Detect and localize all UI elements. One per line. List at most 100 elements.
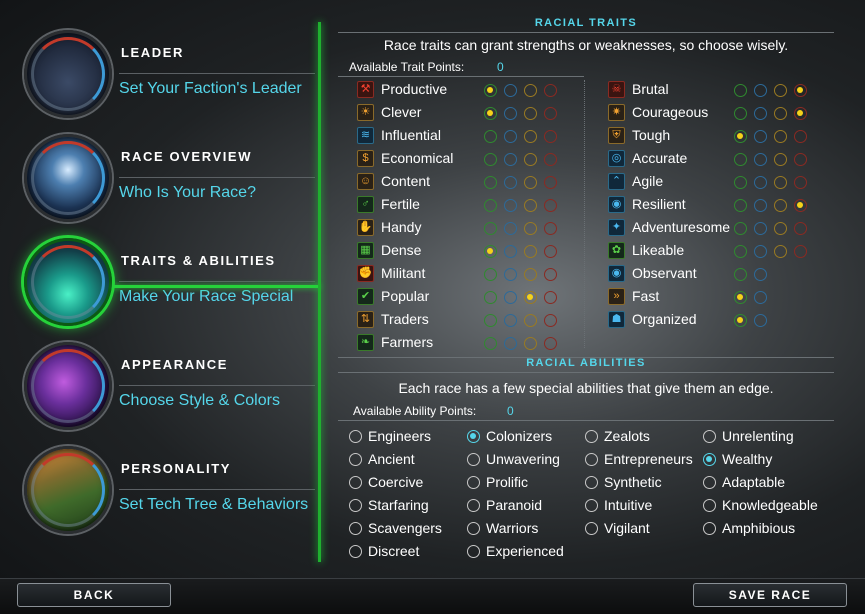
trait-level-dot[interactable]	[484, 245, 497, 258]
radio-button[interactable]	[585, 522, 598, 535]
ability-option-colonizers[interactable]: Colonizers	[467, 427, 582, 450]
radio-button[interactable]	[349, 499, 362, 512]
trait-level-dot[interactable]	[524, 222, 537, 235]
radio-button[interactable]	[703, 476, 716, 489]
trait-level-dot[interactable]	[774, 153, 787, 166]
trait-level-dot[interactable]	[484, 199, 497, 212]
radio-button[interactable]	[703, 499, 716, 512]
trait-level-dot[interactable]	[734, 268, 747, 281]
trait-level-dot[interactable]	[504, 245, 517, 258]
trait-level-dot[interactable]	[484, 268, 497, 281]
ability-option-coercive[interactable]: Coercive	[349, 473, 464, 496]
radio-button[interactable]	[585, 476, 598, 489]
ability-option-discreet[interactable]: Discreet	[349, 542, 464, 565]
ability-option-engineers[interactable]: Engineers	[349, 427, 464, 450]
trait-level-dot[interactable]	[524, 199, 537, 212]
trait-level-dot[interactable]	[774, 199, 787, 212]
trait-level-dot[interactable]	[504, 84, 517, 97]
step-appearance[interactable]: Appearance Choose Style & Colors	[0, 332, 320, 436]
trait-level-dot[interactable]	[524, 130, 537, 143]
trait-level-dot[interactable]	[774, 84, 787, 97]
trait-level-dot[interactable]	[544, 107, 557, 120]
trait-level-dot[interactable]	[544, 199, 557, 212]
radio-button[interactable]	[349, 522, 362, 535]
radio-button[interactable]	[349, 476, 362, 489]
trait-level-dot[interactable]	[504, 314, 517, 327]
trait-level-dot[interactable]	[734, 199, 747, 212]
trait-level-dot[interactable]	[754, 107, 767, 120]
trait-level-dot[interactable]	[754, 291, 767, 304]
trait-level-dot[interactable]	[544, 84, 557, 97]
ability-option-adaptable[interactable]: Adaptable	[703, 473, 818, 496]
trait-level-dot[interactable]	[524, 107, 537, 120]
ability-option-synthetic[interactable]: Synthetic	[585, 473, 700, 496]
trait-level-dot[interactable]	[544, 130, 557, 143]
trait-level-dot[interactable]	[484, 153, 497, 166]
trait-level-dot[interactable]	[504, 337, 517, 350]
ability-option-vigilant[interactable]: Vigilant	[585, 519, 700, 542]
ability-option-experienced[interactable]: Experienced	[467, 542, 582, 565]
ability-option-scavengers[interactable]: Scavengers	[349, 519, 464, 542]
trait-level-dot[interactable]	[774, 107, 787, 120]
trait-level-dot[interactable]	[774, 130, 787, 143]
trait-level-dot[interactable]	[734, 176, 747, 189]
trait-level-dot[interactable]	[734, 84, 747, 97]
radio-button[interactable]	[467, 453, 480, 466]
trait-level-dot[interactable]	[734, 222, 747, 235]
ability-option-starfaring[interactable]: Starfaring	[349, 496, 464, 519]
trait-level-dot[interactable]	[754, 245, 767, 258]
radio-button[interactable]	[349, 545, 362, 558]
trait-level-dot[interactable]	[484, 176, 497, 189]
radio-button[interactable]	[585, 430, 598, 443]
trait-level-dot[interactable]	[484, 291, 497, 304]
trait-level-dot[interactable]	[504, 107, 517, 120]
trait-level-dot[interactable]	[794, 153, 807, 166]
step-traits-abilities[interactable]: Traits & Abilities Make Your Race Specia…	[0, 228, 320, 332]
trait-level-dot[interactable]	[524, 84, 537, 97]
trait-level-dot[interactable]	[754, 268, 767, 281]
trait-level-dot[interactable]	[794, 199, 807, 212]
trait-level-dot[interactable]	[794, 84, 807, 97]
trait-level-dot[interactable]	[734, 130, 747, 143]
trait-level-dot[interactable]	[794, 130, 807, 143]
radio-button[interactable]	[585, 453, 598, 466]
ability-option-entrepreneurs[interactable]: Entrepreneurs	[585, 450, 700, 473]
trait-level-dot[interactable]	[484, 314, 497, 327]
trait-level-dot[interactable]	[484, 130, 497, 143]
trait-level-dot[interactable]	[484, 84, 497, 97]
trait-level-dot[interactable]	[524, 245, 537, 258]
trait-level-dot[interactable]	[544, 268, 557, 281]
trait-level-dot[interactable]	[524, 314, 537, 327]
trait-level-dot[interactable]	[544, 245, 557, 258]
trait-level-dot[interactable]	[484, 222, 497, 235]
trait-level-dot[interactable]	[544, 337, 557, 350]
radio-button[interactable]	[467, 430, 480, 443]
trait-level-dot[interactable]	[754, 130, 767, 143]
step-personality[interactable]: Personality Set Tech Tree & Behaviors	[0, 436, 320, 540]
trait-level-dot[interactable]	[524, 337, 537, 350]
radio-button[interactable]	[703, 430, 716, 443]
trait-level-dot[interactable]	[754, 222, 767, 235]
trait-level-dot[interactable]	[504, 222, 517, 235]
trait-level-dot[interactable]	[794, 176, 807, 189]
trait-level-dot[interactable]	[544, 176, 557, 189]
ability-option-amphibious[interactable]: Amphibious	[703, 519, 818, 542]
ability-option-warriors[interactable]: Warriors	[467, 519, 582, 542]
trait-level-dot[interactable]	[504, 153, 517, 166]
trait-level-dot[interactable]	[504, 268, 517, 281]
radio-button[interactable]	[467, 522, 480, 535]
trait-level-dot[interactable]	[734, 153, 747, 166]
trait-level-dot[interactable]	[754, 84, 767, 97]
radio-button[interactable]	[467, 476, 480, 489]
radio-button[interactable]	[467, 499, 480, 512]
trait-level-dot[interactable]	[484, 337, 497, 350]
save-race-button[interactable]: Save Race	[693, 583, 847, 607]
trait-level-dot[interactable]	[484, 107, 497, 120]
trait-level-dot[interactable]	[504, 199, 517, 212]
ability-option-knowledgeable[interactable]: Knowledgeable	[703, 496, 818, 519]
radio-button[interactable]	[703, 453, 716, 466]
trait-level-dot[interactable]	[524, 153, 537, 166]
ability-option-prolific[interactable]: Prolific	[467, 473, 582, 496]
trait-level-dot[interactable]	[734, 314, 747, 327]
radio-button[interactable]	[349, 430, 362, 443]
